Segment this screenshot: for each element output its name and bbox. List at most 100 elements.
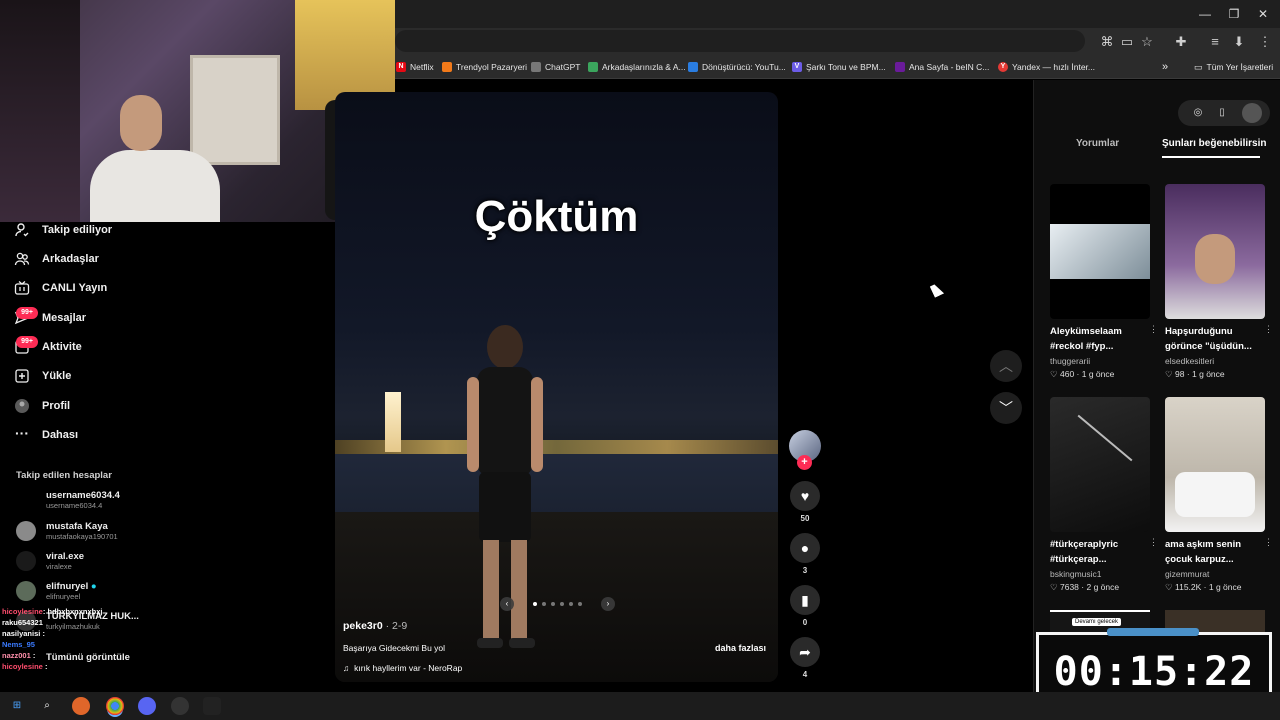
- video-card[interactable]: #türkçeraplyric #türkçerap... bskingmusi…: [1050, 397, 1158, 593]
- video-thumbnail[interactable]: [1165, 397, 1265, 532]
- chevron-right-icon[interactable]: ›: [601, 597, 615, 611]
- search-icon[interactable]: ⌕: [38, 697, 56, 715]
- video-card[interactable]: Aleykümselaam #reckol #fyp... thuggerari…: [1050, 184, 1158, 380]
- close-button[interactable]: ✕: [1248, 4, 1278, 24]
- bookmark-chatgpt[interactable]: ChatGPT: [531, 59, 580, 75]
- bookmarks-more-button[interactable]: »: [1162, 59, 1168, 75]
- compass-icon[interactable]: ◎: [1190, 105, 1206, 121]
- heart-icon[interactable]: ♥: [790, 481, 820, 511]
- more-options-icon[interactable]: ⋮: [1149, 324, 1158, 335]
- windows-start-icon[interactable]: ⊞: [8, 697, 26, 715]
- chat-message: nazz001 :: [2, 650, 152, 661]
- account-name: mustafa Kaya: [46, 521, 108, 532]
- bookmark-star-icon[interactable]: ☆: [1138, 33, 1156, 51]
- more-options-icon[interactable]: ⋮: [1264, 537, 1273, 548]
- carousel-pager: ‹ ›: [500, 596, 615, 612]
- obs-icon[interactable]: [171, 697, 189, 715]
- account-item[interactable]: mustafa Kaya mustafaokaya190701: [16, 517, 118, 545]
- webcam-wall-left: [0, 0, 80, 222]
- share-action[interactable]: ➦ 4: [789, 637, 821, 679]
- account-username: username6034.4: [46, 501, 103, 510]
- tab-comments[interactable]: Yorumlar: [1076, 138, 1119, 149]
- see-more-button[interactable]: daha fazlası: [715, 643, 766, 653]
- bookmark-sarki[interactable]: V Şarkı Tonu ve BPM...: [792, 59, 886, 75]
- bookmark-yandex[interactable]: Y Yandex — hızlı İnter...: [998, 59, 1095, 75]
- more-options-icon[interactable]: ⋮: [1264, 324, 1273, 335]
- app-icon[interactable]: [203, 697, 221, 715]
- person-follow-icon: [14, 222, 30, 238]
- minimize-button[interactable]: —: [1190, 4, 1220, 24]
- comment-action[interactable]: ● 3: [789, 533, 821, 575]
- share-icon[interactable]: ➦: [790, 637, 820, 667]
- account-item[interactable]: elifnuryel ● elifnuryeel: [16, 577, 97, 605]
- nav-upload[interactable]: Yükle: [14, 365, 71, 387]
- folder-icon: ▭: [1194, 62, 1203, 72]
- chevron-left-icon[interactable]: ‹: [500, 597, 514, 611]
- menu-icon[interactable]: ⋮: [1256, 33, 1274, 51]
- more-options-icon[interactable]: ⋮: [1149, 537, 1158, 548]
- card-time: 2 g önce: [1086, 582, 1120, 592]
- app-icon[interactable]: [72, 697, 90, 715]
- all-bookmarks-label: Tüm Yer İşaretleri: [1206, 62, 1274, 72]
- chevron-up-icon[interactable]: ︿: [990, 350, 1022, 382]
- chat-message: hicoylesine: hdbxbxnxnxbxj: [2, 607, 103, 616]
- video-overlay-text: Çöktüm: [474, 192, 639, 241]
- bookmark-arkadaslar[interactable]: Arkadaşlarınızla & A...: [588, 59, 686, 75]
- video-thumbnail[interactable]: [1050, 397, 1150, 532]
- save-action[interactable]: ▮ 0: [789, 585, 821, 627]
- like-action[interactable]: ♥ 50: [789, 481, 821, 523]
- nav-label: Yükle: [42, 370, 72, 382]
- video-card[interactable]: ama aşkım senin çocuk karpuz... gizemmur…: [1165, 397, 1273, 593]
- discord-icon[interactable]: [138, 697, 156, 715]
- translate-icon[interactable]: ⌘: [1098, 33, 1116, 51]
- nav-following[interactable]: Takip ediliyor: [14, 219, 112, 241]
- bookmark-trendyol[interactable]: Trendyol Pazaryeri: [442, 59, 527, 75]
- chrome-icon[interactable]: [106, 697, 124, 715]
- card-likes: 460: [1060, 369, 1075, 379]
- restore-button[interactable]: ❐: [1219, 4, 1249, 24]
- account-item[interactable]: username6034.4 username6034.4: [16, 486, 120, 514]
- bookmark-bein[interactable]: Ana Sayfa - beIN C...: [895, 59, 989, 75]
- bookmark-icon[interactable]: ▮: [790, 585, 820, 615]
- chatgpt-icon: [531, 62, 541, 72]
- bookmark-label: Şarkı Tonu ve BPM...: [806, 62, 886, 72]
- heart-outline-icon: ♡: [1165, 369, 1173, 379]
- bookmark-donusturucu[interactable]: Dönüştürücü: YouTu...: [688, 59, 786, 75]
- video-music[interactable]: ♫ kırık hayllerim var - NeroRap: [343, 663, 462, 673]
- account-username: mustafaokaya190701: [46, 532, 118, 541]
- nav-profile[interactable]: Profil: [14, 395, 70, 417]
- card-time: 1 g önce: [1081, 369, 1115, 379]
- video-author[interactable]: peke3r0 · 2-9: [343, 620, 407, 632]
- nav-more[interactable]: ··· Dahası: [14, 424, 78, 446]
- video-player[interactable]: Çöktüm ‹ › peke3r0 · 2-9 Başarıya Gidece…: [335, 92, 778, 682]
- nav-friends[interactable]: Arkadaşlar: [14, 248, 99, 270]
- video-thumbnail[interactable]: [1050, 184, 1150, 319]
- chevron-down-icon[interactable]: ﹀: [990, 392, 1022, 424]
- timer-accent: [1107, 628, 1199, 636]
- dot: [533, 602, 537, 606]
- stream-chat: hicoylesine: hdbxbxnxnxbxj raku654321 na…: [2, 606, 152, 672]
- video-thumbnail[interactable]: [1165, 184, 1265, 319]
- card-meta: ♡ 460 · 1 g önce: [1050, 369, 1115, 379]
- avatar: [16, 551, 36, 571]
- comment-icon[interactable]: ●: [790, 533, 820, 563]
- nav-live[interactable]: CANLI Yayın: [14, 277, 107, 299]
- all-bookmarks[interactable]: ▭ Tüm Yer İşaretleri: [1194, 59, 1273, 75]
- card-username: thuggerarii: [1050, 356, 1091, 366]
- chat-text: :: [32, 651, 36, 660]
- account-item[interactable]: viral.exe viralexe: [16, 547, 84, 575]
- address-bar[interactable]: [395, 30, 1085, 52]
- bookmark-netflix[interactable]: N Netflix: [396, 59, 434, 75]
- download-icon[interactable]: ⬇: [1230, 33, 1248, 51]
- webcam-shelf: [190, 55, 280, 165]
- phone-icon[interactable]: ▯: [1214, 105, 1230, 121]
- follow-button[interactable]: +: [797, 455, 812, 470]
- video-card[interactable]: Hapşurduğunu görünce "üşüdün... elsedkes…: [1165, 184, 1273, 380]
- card-time: 1 g önce: [1208, 582, 1242, 592]
- cast-icon[interactable]: ▭: [1118, 33, 1136, 51]
- tab-suggested[interactable]: Şunları beğenebilirsin: [1162, 138, 1266, 149]
- extensions-icon[interactable]: ✚: [1172, 33, 1190, 51]
- right-panel: ◎ ▯ Yorumlar Şunları beğenebilirsin Aley…: [1033, 80, 1280, 692]
- user-avatar-icon[interactable]: [1242, 103, 1262, 123]
- media-icon[interactable]: ≡: [1206, 33, 1224, 51]
